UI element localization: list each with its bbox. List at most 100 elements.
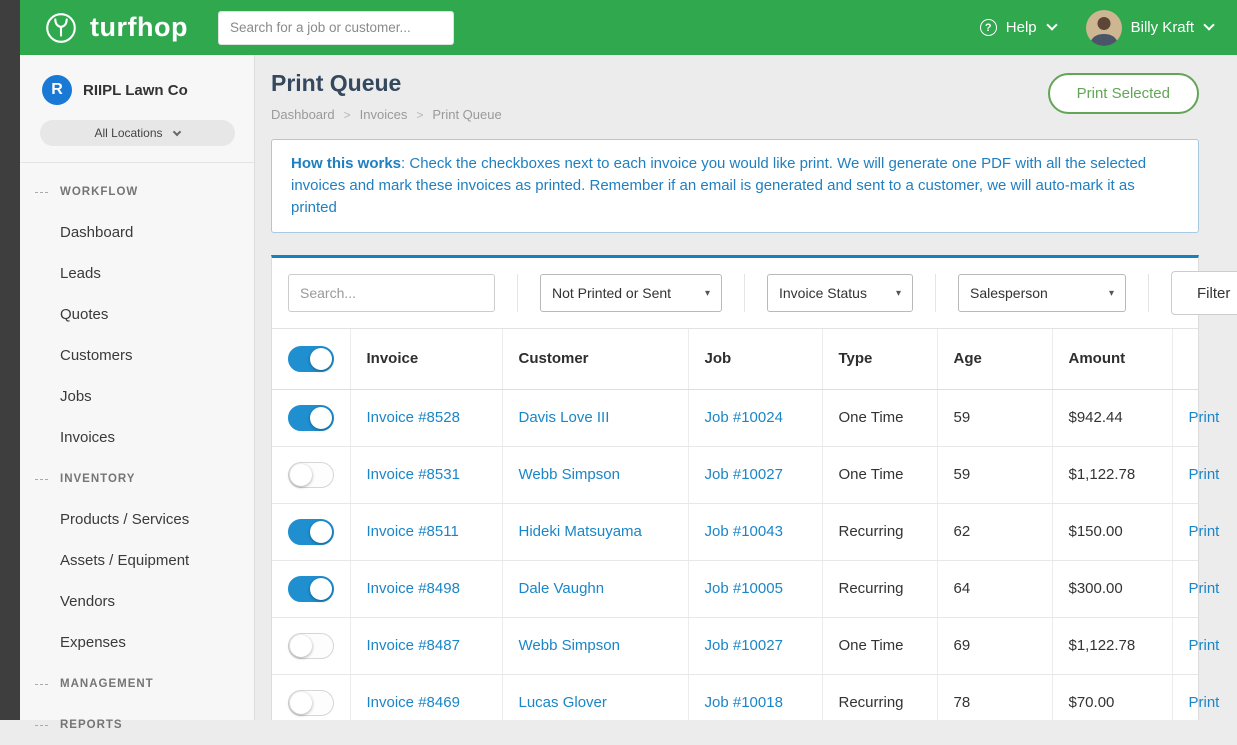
sidebar-item-vendors[interactable]: Vendors [20, 581, 254, 622]
sidebar-item-invoices[interactable]: Invoices [20, 417, 254, 458]
select-all-toggle[interactable] [288, 346, 334, 372]
print-link[interactable]: Print [1189, 637, 1220, 654]
invoice-link[interactable]: Invoice #8531 [367, 466, 460, 483]
caret-down-icon: ▾ [896, 288, 901, 299]
invoice-type: One Time [822, 389, 937, 446]
toggle-knob [310, 521, 332, 543]
row-select-toggle[interactable] [288, 690, 334, 716]
sidebar-item-jobs[interactable]: Jobs [20, 376, 254, 417]
customer-link[interactable]: Webb Simpson [519, 466, 620, 483]
job-link[interactable]: Job #10005 [705, 580, 783, 597]
table-header-row: Invoice Customer Job Type Age Amount [272, 329, 1198, 389]
col-age: Age [937, 329, 1052, 389]
select-cell [272, 503, 350, 560]
customer-link[interactable]: Davis Love III [519, 409, 610, 426]
nav-section-label: INVENTORY [60, 473, 135, 485]
col-job: Job [688, 329, 822, 389]
section-dash-icon [35, 479, 48, 480]
invoice-type: Recurring [822, 503, 937, 560]
invoice-link[interactable]: Invoice #8528 [367, 409, 460, 426]
print-link[interactable]: Print [1189, 580, 1220, 597]
nav-section-inventory: INVENTORY [20, 458, 254, 499]
sidebar-item-customers[interactable]: Customers [20, 335, 254, 376]
filter-bar: Not Printed or Sent ▾ Invoice Status ▾ S… [272, 258, 1198, 329]
filter-group-printed: Not Printed or Sent ▾ [540, 274, 745, 312]
invoice-type: Recurring [822, 674, 937, 720]
row-select-toggle[interactable] [288, 519, 334, 545]
caret-down-icon: ▾ [705, 288, 710, 299]
table-search-input[interactable] [288, 274, 495, 312]
invoice-type: One Time [822, 617, 937, 674]
company-logo: R [42, 75, 72, 105]
global-search-input[interactable] [218, 11, 454, 45]
job-link[interactable]: Job #10018 [705, 694, 783, 711]
breadcrumb-dashboard[interactable]: Dashboard [271, 107, 335, 122]
help-menu[interactable]: ? Help [980, 19, 1056, 36]
sidebar: R RIIPL Lawn Co All Locations WORKFLOW D… [20, 55, 255, 720]
job-link[interactable]: Job #10024 [705, 409, 783, 426]
print-link[interactable]: Print [1189, 466, 1220, 483]
sidebar-item-quotes[interactable]: Quotes [20, 294, 254, 335]
sidebar-item-products-services[interactable]: Products / Services [20, 499, 254, 540]
row-select-toggle[interactable] [288, 462, 334, 488]
select-cell [272, 560, 350, 617]
invoice-link[interactable]: Invoice #8487 [367, 637, 460, 654]
salesperson-select[interactable]: Salesperson ▾ [958, 274, 1126, 312]
customer-link[interactable]: Webb Simpson [519, 637, 620, 654]
col-customer: Customer [502, 329, 688, 389]
invoice-link[interactable]: Invoice #8469 [367, 694, 460, 711]
sidebar-item-expenses[interactable]: Expenses [20, 622, 254, 663]
locations-dropdown[interactable]: All Locations [40, 120, 235, 146]
breadcrumb-current: Print Queue [432, 107, 501, 122]
job-link[interactable]: Job #10043 [705, 523, 783, 540]
invoice-panel: Not Printed or Sent ▾ Invoice Status ▾ S… [271, 255, 1199, 720]
logo-text: turfhop [90, 12, 188, 43]
breadcrumb-invoices[interactable]: Invoices [360, 107, 408, 122]
invoice-table-body: Invoice #8528 Davis Love III Job #10024 … [272, 389, 1198, 720]
info-box: How this works: Check the checkboxes nex… [271, 139, 1199, 233]
toggle-knob [290, 635, 312, 657]
sidebar-item-dashboard[interactable]: Dashboard [20, 212, 254, 253]
select-cell [272, 617, 350, 674]
user-name: Billy Kraft [1131, 19, 1194, 36]
invoice-status-select[interactable]: Invoice Status ▾ [767, 274, 913, 312]
invoice-age: 64 [937, 560, 1052, 617]
sidebar-item-leads[interactable]: Leads [20, 253, 254, 294]
user-menu[interactable]: Billy Kraft [1086, 10, 1213, 46]
row-select-toggle[interactable] [288, 405, 334, 431]
print-link[interactable]: Print [1189, 523, 1220, 540]
top-bar-right: ? Help Billy Kraft [980, 10, 1213, 46]
breadcrumb: Dashboard > Invoices > Print Queue [271, 107, 502, 122]
row-select-toggle[interactable] [288, 576, 334, 602]
turfhop-logo[interactable]: turfhop [42, 9, 188, 47]
invoice-link[interactable]: Invoice #8498 [367, 580, 460, 597]
section-dash-icon [35, 684, 48, 685]
invoice-row: Invoice #8531 Webb Simpson Job #10027 On… [272, 446, 1198, 503]
sidebar-item-assets-equipment[interactable]: Assets / Equipment [20, 540, 254, 581]
select-cell [272, 389, 350, 446]
turfhop-logo-icon [42, 9, 80, 47]
locations-label: All Locations [94, 126, 162, 140]
col-type: Type [822, 329, 937, 389]
customer-link[interactable]: Dale Vaughn [519, 580, 605, 597]
job-link[interactable]: Job #10027 [705, 637, 783, 654]
print-selected-button[interactable]: Print Selected [1048, 73, 1199, 114]
customer-link[interactable]: Lucas Glover [519, 694, 607, 711]
job-link[interactable]: Job #10027 [705, 466, 783, 483]
select-cell [272, 446, 350, 503]
print-link[interactable]: Print [1189, 694, 1220, 711]
toggle-knob [310, 348, 332, 370]
invoice-row: Invoice #8469 Lucas Glover Job #10018 Re… [272, 674, 1198, 720]
col-amount: Amount [1052, 329, 1172, 389]
invoice-table: Invoice Customer Job Type Age Amount Inv… [272, 329, 1198, 720]
invoice-link[interactable]: Invoice #8511 [367, 523, 459, 540]
invoice-age: 59 [937, 389, 1052, 446]
printed-status-select[interactable]: Not Printed or Sent ▾ [540, 274, 722, 312]
printed-status-value: Not Printed or Sent [552, 285, 671, 301]
invoice-status-value: Invoice Status [779, 285, 867, 301]
row-select-toggle[interactable] [288, 633, 334, 659]
print-link[interactable]: Print [1189, 409, 1220, 426]
filter-button[interactable]: Filter [1171, 271, 1237, 315]
caret-down-icon: ▾ [1109, 288, 1114, 299]
customer-link[interactable]: Hideki Matsuyama [519, 523, 642, 540]
